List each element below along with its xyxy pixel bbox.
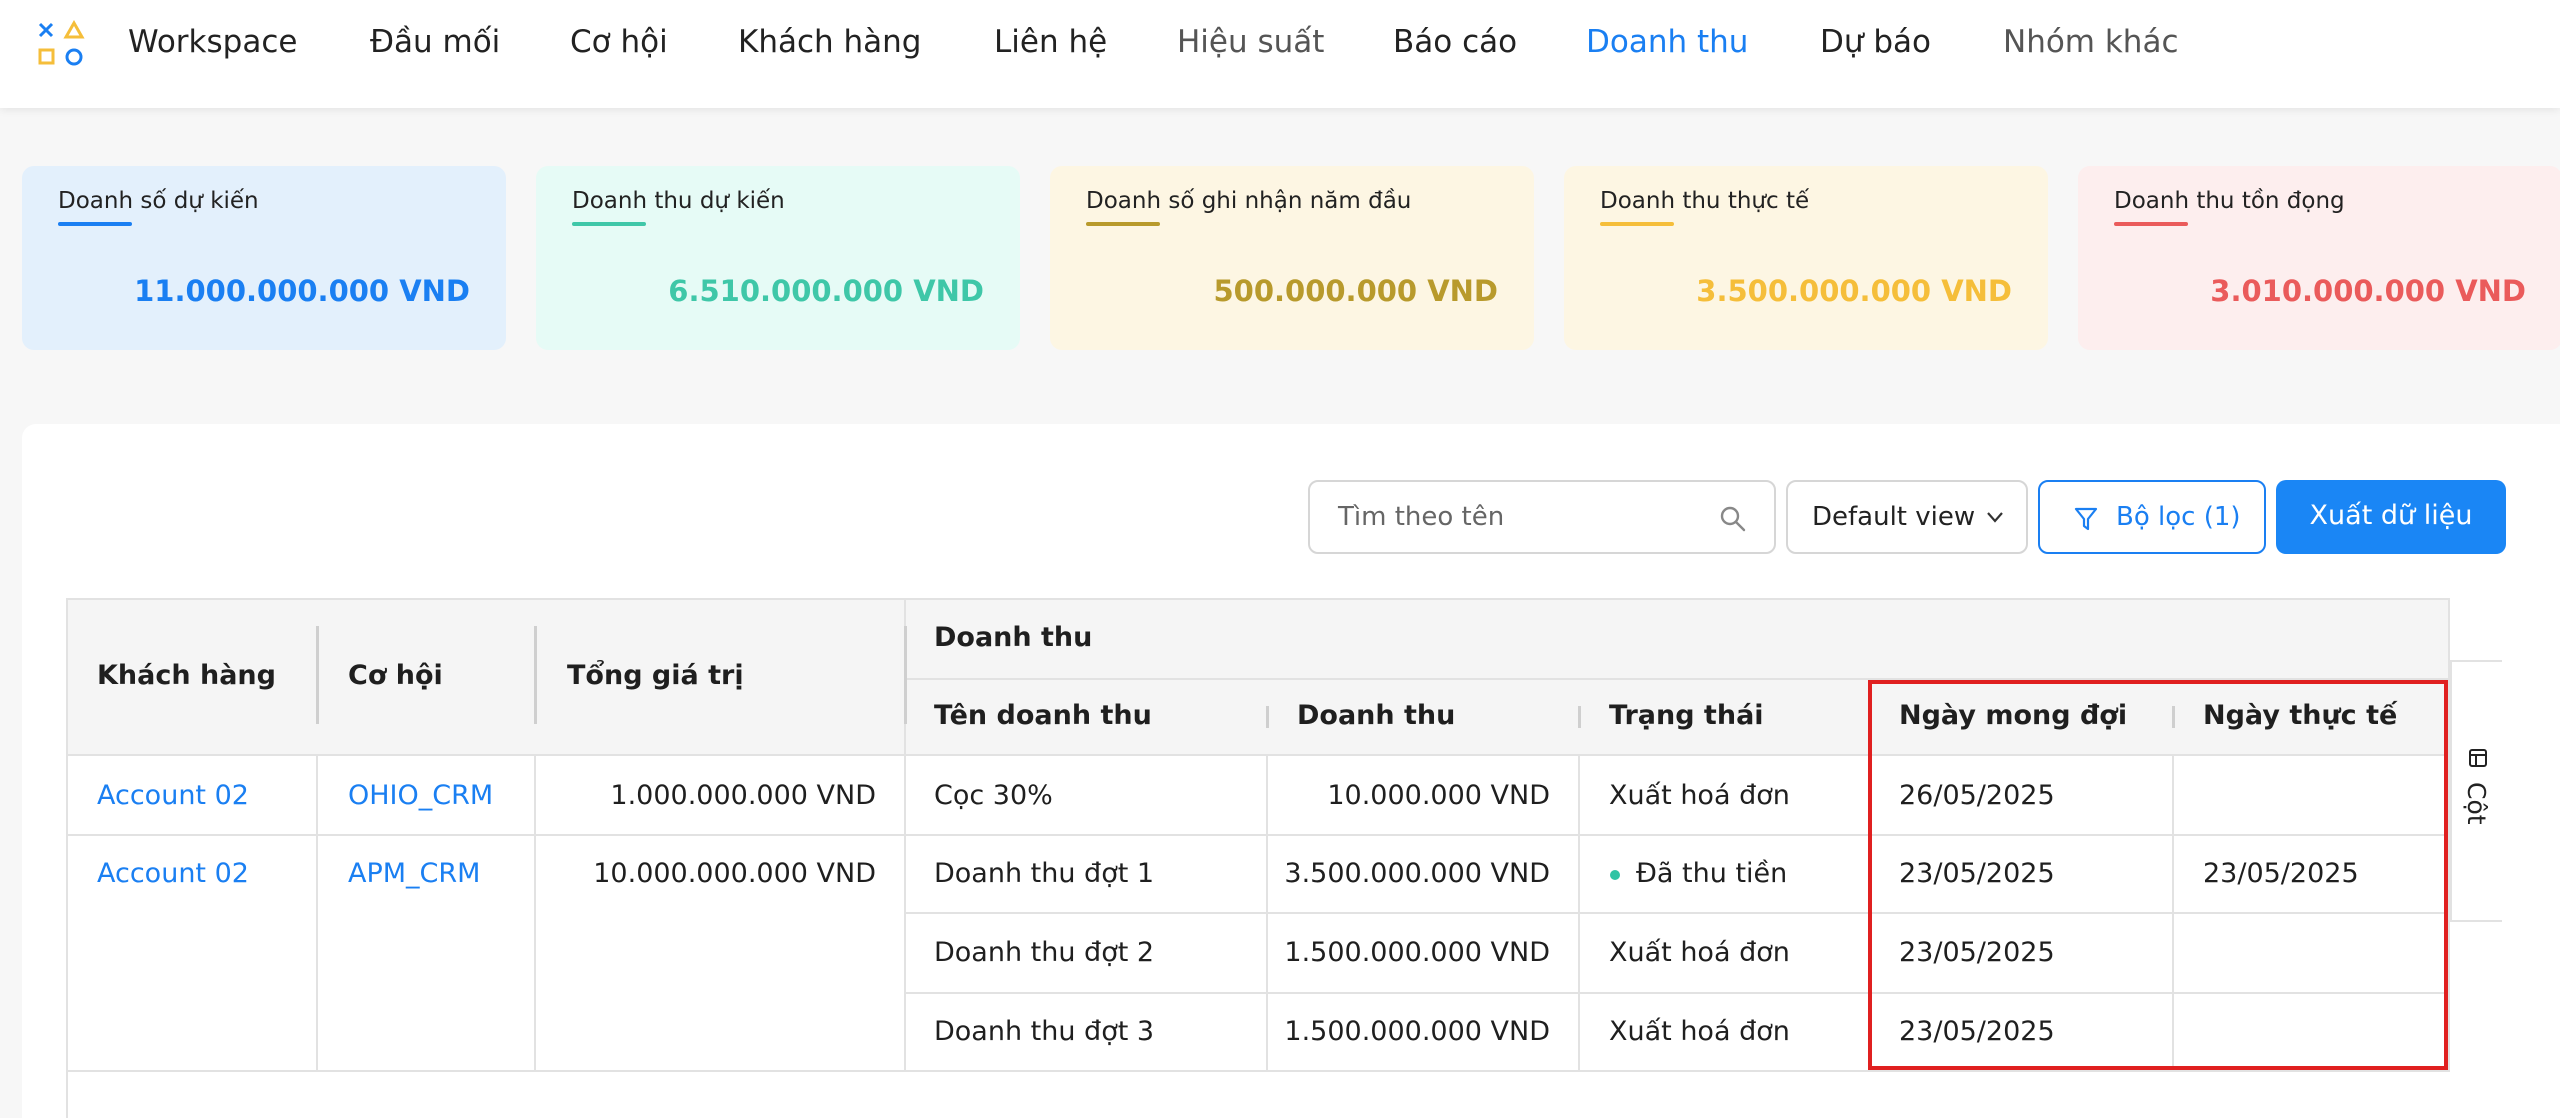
column-resize-handle[interactable] xyxy=(1266,706,1269,728)
stat-card-underline xyxy=(1086,222,1160,226)
status-cell: Xuất hoá đơn xyxy=(1609,1016,1790,1047)
date-columns-highlight xyxy=(1868,680,2448,1070)
opportunity-link[interactable]: APM_CRM xyxy=(348,858,480,889)
stat-card-expected-sales: Doanh số dự kiến 11.000.000.000 VND xyxy=(22,166,506,350)
stat-card-expected-revenue: Doanh thu dự kiến 6.510.000.000 VND xyxy=(536,166,1020,350)
status-cell: Đã thu tiền xyxy=(1636,858,1788,889)
revenue-amount-cell: 10.000.000 VND xyxy=(1327,780,1550,811)
view-select[interactable]: Default view xyxy=(1786,480,2028,554)
nav-item-workspace[interactable]: Workspace xyxy=(128,24,297,60)
revenue-amount-cell: 1.500.000.000 VND xyxy=(1284,937,1550,968)
column-header-status[interactable]: Trạng thái xyxy=(1609,700,1764,731)
filter-button[interactable]: Bộ lọc (1) xyxy=(2038,480,2266,554)
nav-item-customers[interactable]: Khách hàng xyxy=(738,24,922,60)
column-header-revenue-name[interactable]: Tên doanh thu xyxy=(934,700,1152,731)
column-group-header-revenue: Doanh thu xyxy=(934,622,1093,653)
columns-tab-label: Cột xyxy=(2462,782,2491,825)
stat-card-underline xyxy=(572,222,646,226)
table-border xyxy=(1266,754,1268,1070)
column-header-opportunity[interactable]: Cơ hội xyxy=(348,660,443,691)
total-value-cell: 1.000.000.000 VND xyxy=(610,780,876,811)
revenue-name-cell: Cọc 30% xyxy=(934,780,1053,811)
nav-item-other-groups[interactable]: Nhóm khác xyxy=(2003,24,2179,60)
stat-card-label: Doanh số dự kiến xyxy=(58,188,259,214)
revenue-amount-cell: 3.500.000.000 VND xyxy=(1284,858,1550,889)
search-input[interactable]: Tìm theo tên xyxy=(1308,480,1776,554)
nav-item-contacts[interactable]: Liên hệ xyxy=(994,24,1107,60)
stat-card-underline xyxy=(58,222,132,226)
stat-card-label: Doanh thu dự kiến xyxy=(572,188,785,214)
stat-card-value: 500.000.000 VND xyxy=(1213,274,1498,308)
column-header-total[interactable]: Tổng giá trị xyxy=(567,660,744,691)
search-icon[interactable] xyxy=(1718,504,1748,534)
table-border xyxy=(1578,754,1580,1070)
stat-card-label: Doanh thu thực tế xyxy=(1600,188,1810,214)
opportunity-link[interactable]: OHIO_CRM xyxy=(348,780,493,811)
nav-item-leads[interactable]: Đầu mối xyxy=(370,24,500,60)
nav-item-forecast[interactable]: Dự báo xyxy=(1820,24,1931,60)
top-navigation: Workspace Đầu mối Cơ hội Khách hàng Liên… xyxy=(0,0,2560,108)
nav-item-revenue[interactable]: Doanh thu xyxy=(1586,24,1748,60)
stat-card-value: 11.000.000.000 VND xyxy=(134,274,470,308)
view-select-value: Default view xyxy=(1812,502,1976,532)
table-border xyxy=(66,598,68,1118)
table-border xyxy=(316,754,318,1070)
stat-card-value: 6.510.000.000 VND xyxy=(668,274,984,308)
filter-icon xyxy=(2074,507,2098,531)
stat-card-first-year-sales: Doanh số ghi nhận năm đầu 500.000.000 VN… xyxy=(1050,166,1534,350)
customer-link[interactable]: Account 02 xyxy=(97,858,249,889)
stat-card-underline xyxy=(1600,222,1674,226)
revenue-name-cell: Doanh thu đợt 2 xyxy=(934,937,1155,968)
status-cell: Xuất hoá đơn xyxy=(1609,780,1790,811)
stat-card-label: Doanh số ghi nhận năm đầu xyxy=(1086,188,1412,214)
status-dot xyxy=(1610,870,1620,880)
chevron-down-icon xyxy=(1987,512,2003,523)
revenue-amount-cell: 1.500.000.000 VND xyxy=(1284,1016,1550,1047)
column-resize-handle[interactable] xyxy=(1578,706,1581,728)
stat-card-label: Doanh thu tồn đọng xyxy=(2114,188,2345,214)
customer-link[interactable]: Account 02 xyxy=(97,780,249,811)
stat-card-actual-revenue: Doanh thu thực tế 3.500.000.000 VND xyxy=(1564,166,2048,350)
stat-card-value: 3.010.000.000 VND xyxy=(2210,274,2526,308)
table-border xyxy=(66,598,2450,600)
columns-settings-tab[interactable]: Cột xyxy=(2450,660,2502,922)
revenue-name-cell: Doanh thu đợt 3 xyxy=(934,1016,1155,1047)
export-button[interactable]: Xuất dữ liệu xyxy=(2276,480,2506,554)
search-placeholder: Tìm theo tên xyxy=(1338,502,1505,532)
table-columns-icon xyxy=(2469,749,2487,767)
stat-card-underline xyxy=(2114,222,2188,226)
table-border xyxy=(534,754,536,1070)
column-resize-handle[interactable] xyxy=(316,626,319,724)
column-header-revenue[interactable]: Doanh thu xyxy=(1297,700,1455,731)
revenue-name-cell: Doanh thu đợt 1 xyxy=(934,858,1155,889)
stat-card-backlog-revenue: Doanh thu tồn đọng 3.010.000.000 VND xyxy=(2078,166,2560,350)
stat-card-value: 3.500.000.000 VND xyxy=(1696,274,2012,308)
export-button-label: Xuất dữ liệu xyxy=(2309,500,2473,531)
table-border xyxy=(66,1070,2450,1072)
nav-item-performance[interactable]: Hiệu suất xyxy=(1177,24,1324,60)
total-value-cell: 10.000.000.000 VND xyxy=(593,858,876,889)
status-cell: Xuất hoá đơn xyxy=(1609,937,1790,968)
column-header-customer[interactable]: Khách hàng xyxy=(97,660,276,691)
nav-item-reports[interactable]: Báo cáo xyxy=(1393,24,1517,60)
filter-button-label: Bộ lọc (1) xyxy=(2116,502,2241,532)
column-resize-handle[interactable] xyxy=(534,626,537,724)
nav-item-opportunities[interactable]: Cơ hội xyxy=(570,24,668,60)
column-resize-handle[interactable] xyxy=(904,626,907,724)
